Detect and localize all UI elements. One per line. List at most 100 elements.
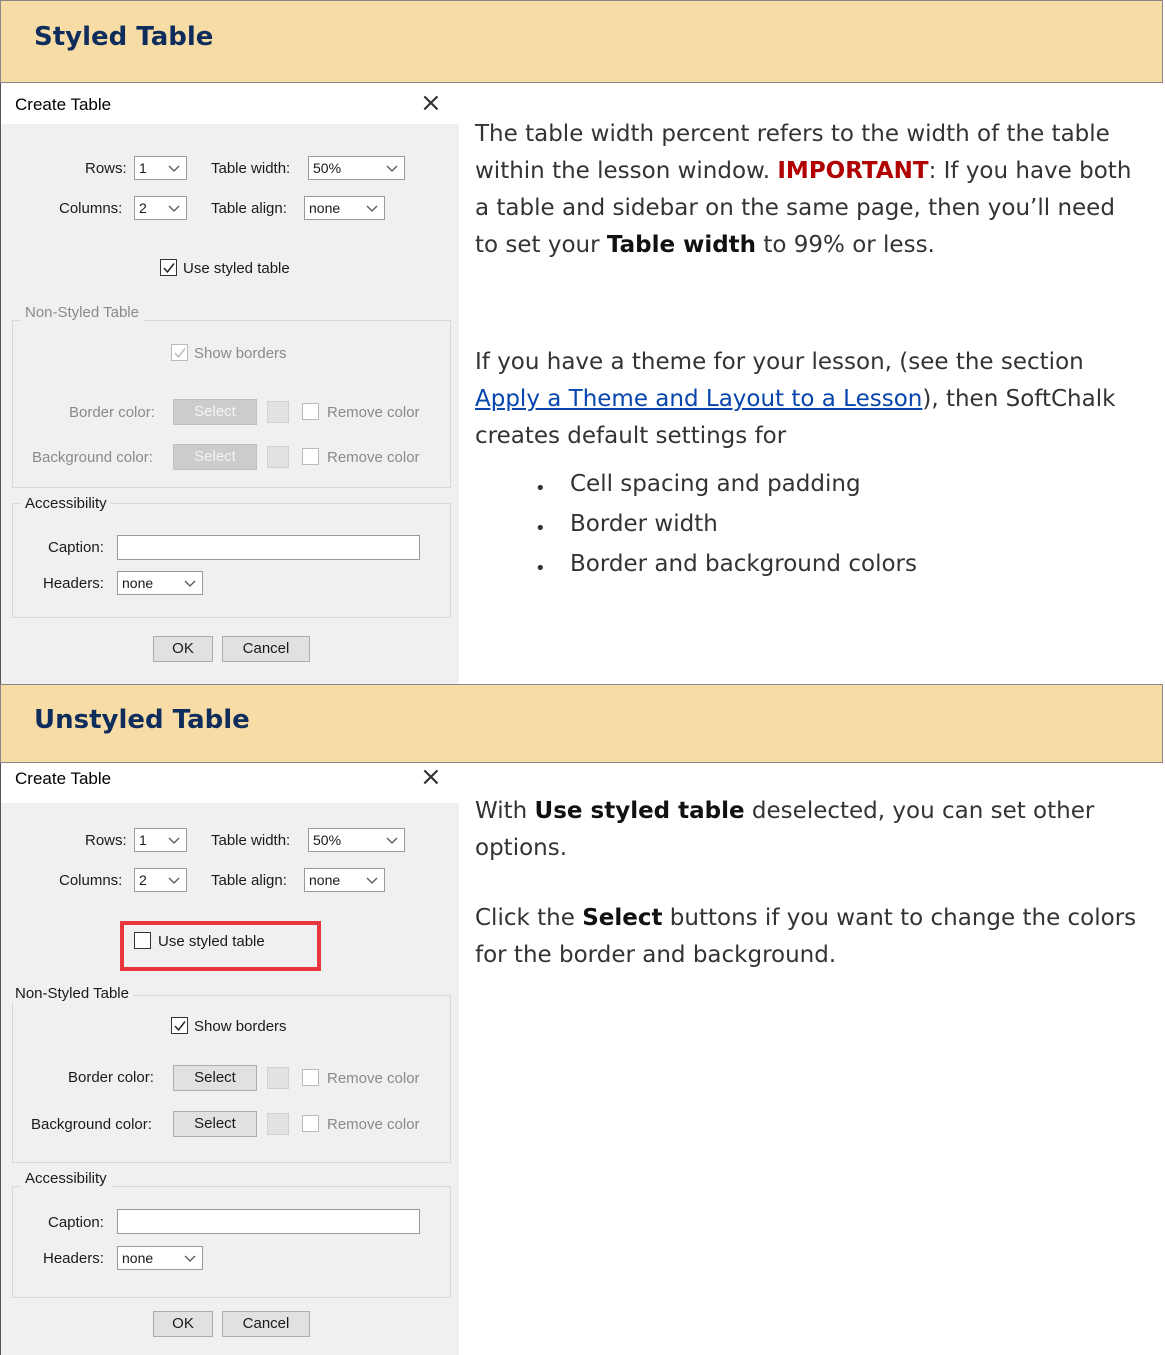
non-styled-table-group-label: Non-Styled Table (21, 304, 143, 321)
rows-value: 1 (139, 160, 147, 176)
table-align-select[interactable]: none (304, 868, 385, 892)
dialog-title: Create Table (15, 95, 112, 114)
select-bold: Select (582, 905, 663, 931)
chevron-down-icon (366, 198, 378, 218)
styled-table-header: Styled Table (0, 0, 1163, 83)
important-label: IMPORTANT (777, 158, 929, 184)
styled-p1-text-c: to 99% or less. (756, 232, 935, 258)
background-remove-color-checkbox[interactable] (302, 448, 319, 465)
use-styled-table-label: Use styled table (183, 260, 290, 277)
headers-select[interactable]: none (117, 1246, 203, 1270)
styled-paragraph-2: If you have a theme for your lesson, (se… (475, 344, 1145, 455)
chevron-down-icon (184, 573, 196, 593)
columns-label: Columns: (59, 872, 123, 889)
close-icon[interactable]: × (420, 88, 442, 118)
list-item: • Cell spacing and padding (535, 471, 861, 499)
show-borders-label: Show borders (194, 1018, 287, 1035)
page: Styled Table Create Table × Rows: 1 Tabl… (0, 0, 1165, 1355)
columns-select[interactable]: 2 (134, 868, 187, 892)
styled-bullet-list: • Cell spacing and padding • Border width … (475, 471, 1075, 591)
styled-paragraph-1: The table width percent refers to the wi… (475, 116, 1145, 264)
chevron-down-icon (168, 830, 180, 850)
border-color-select-button[interactable]: Select (173, 1065, 257, 1091)
styled-p2-text-a: If you have a theme for your lesson, (se… (475, 349, 1084, 375)
accessibility-group (12, 503, 451, 618)
table-width-value: 50% (313, 832, 342, 848)
cancel-button[interactable]: Cancel (222, 636, 310, 662)
close-icon[interactable]: × (420, 762, 442, 792)
use-styled-table-checkbox[interactable] (160, 259, 177, 276)
bullet-text: Cell spacing and padding (570, 471, 861, 497)
chevron-down-icon (168, 870, 180, 890)
checkmark-icon (174, 348, 186, 359)
background-color-select-button[interactable]: Select (173, 1111, 257, 1137)
table-align-value: none (309, 200, 341, 216)
unstyled-table-header: Unstyled Table (0, 684, 1163, 763)
create-table-dialog-styled: Create Table × Rows: 1 Table width: 50% … (1, 84, 459, 685)
chevron-down-icon (168, 158, 180, 178)
table-align-select[interactable]: none (304, 196, 385, 220)
ok-button[interactable]: OK (153, 1311, 213, 1337)
accessibility-group (12, 1186, 451, 1298)
columns-value: 2 (139, 872, 147, 888)
columns-select[interactable]: 2 (134, 196, 187, 220)
chevron-down-icon (386, 830, 398, 850)
chevron-down-icon (184, 1248, 196, 1268)
table-width-label: Table width: (211, 160, 291, 177)
border-remove-color-checkbox[interactable] (302, 1069, 319, 1086)
border-remove-color-checkbox[interactable] (302, 403, 319, 420)
caption-input[interactable] (117, 1209, 420, 1234)
background-color-swatch (267, 446, 289, 468)
border-color-swatch (267, 401, 289, 423)
unstyled-p1-text-a: With (475, 798, 535, 824)
background-color-label: Background color: (31, 1116, 152, 1133)
checkmark-icon (174, 1021, 186, 1032)
list-item: • Border width (535, 511, 718, 539)
show-borders-checkbox[interactable] (171, 1017, 188, 1034)
unstyled-table-heading: Unstyled Table (34, 705, 250, 735)
table-align-label: Table align: (211, 200, 287, 217)
table-width-bold: Table width (606, 232, 757, 258)
table-width-value: 50% (313, 160, 342, 176)
dialog-title: Create Table (15, 769, 112, 788)
background-remove-color-checkbox[interactable] (302, 1115, 319, 1132)
border-remove-color-label: Remove color (327, 404, 420, 421)
ok-button[interactable]: OK (153, 636, 213, 662)
caption-input[interactable] (117, 535, 420, 560)
bullet-text: Border and background colors (570, 551, 917, 577)
show-borders-label: Show borders (194, 345, 287, 362)
border-color-select-button[interactable]: Select (173, 399, 257, 425)
background-remove-color-label: Remove color (327, 1116, 420, 1133)
show-borders-checkbox[interactable] (171, 344, 188, 361)
background-color-swatch (267, 1113, 289, 1135)
headers-select[interactable]: none (117, 571, 203, 595)
rows-label: Rows: (85, 832, 127, 849)
rows-value: 1 (139, 832, 147, 848)
headers-value: none (122, 1250, 154, 1266)
rows-label: Rows: (85, 160, 127, 177)
rows-select[interactable]: 1 (134, 156, 187, 180)
border-color-label: Border color: (68, 1069, 154, 1086)
unstyled-paragraph-1: With Use styled table deselected, you ca… (475, 793, 1145, 867)
background-color-label: Background color: (32, 449, 153, 466)
chevron-down-icon (168, 198, 180, 218)
cancel-button[interactable]: Cancel (222, 1311, 310, 1337)
background-color-select-button[interactable]: Select (173, 444, 257, 470)
accessibility-group-label: Accessibility (21, 1170, 111, 1187)
checkmark-icon (163, 263, 175, 274)
non-styled-table-group-label: Non-Styled Table (11, 985, 133, 1002)
chevron-down-icon (386, 158, 398, 178)
headers-value: none (122, 575, 154, 591)
table-align-label: Table align: (211, 872, 287, 889)
apply-theme-link[interactable]: Apply a Theme and Layout to a Lesson (475, 386, 922, 412)
columns-label: Columns: (59, 200, 123, 217)
rows-select[interactable]: 1 (134, 828, 187, 852)
table-width-select[interactable]: 50% (308, 156, 405, 180)
table-width-label: Table width: (211, 832, 291, 849)
list-item: • Border and background colors (535, 551, 917, 579)
table-width-select[interactable]: 50% (308, 828, 405, 852)
create-table-dialog-unstyled: Create Table × Rows: 1 Table width: 50% … (1, 762, 459, 1355)
styled-table-heading: Styled Table (34, 22, 214, 52)
use-styled-table-checkbox[interactable] (134, 932, 151, 949)
columns-value: 2 (139, 200, 147, 216)
